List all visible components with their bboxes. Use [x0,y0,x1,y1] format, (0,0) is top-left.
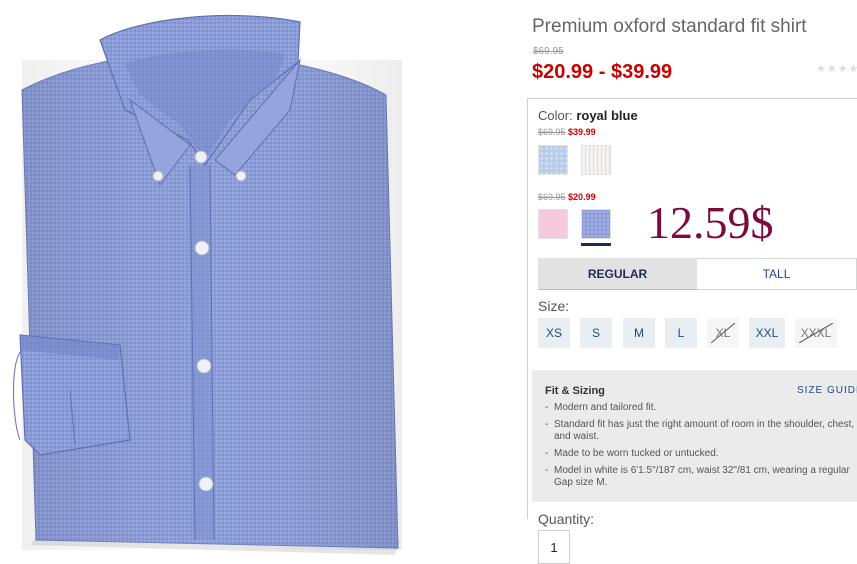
size-s[interactable]: S [580,318,612,348]
fit-item: Modern and tailored fit. [543,402,855,414]
size-xl-label: XL [715,326,731,340]
color-group-2-original-price: $69.95 [538,192,566,202]
swatch-pink[interactable] [538,209,568,239]
fit-item: Standard fit has just the right amount o… [543,419,855,443]
size-xxxl-label: XXXL [800,326,832,340]
price-annotation: 12.59$ [647,197,774,248]
rating-stars-icon[interactable]: ★★★★★ [816,62,857,75]
size-xxl[interactable]: XXL [749,318,785,348]
color-group-1-price: $69.95 $39.99 [538,127,596,137]
fit-sizing-list: Modern and tailored fit. Standard fit ha… [543,402,855,494]
tab-tall[interactable]: TALL [697,258,857,290]
fit-item: Model in white is 6'1.5"/187 cm, waist 3… [543,465,855,489]
fit-tabs: REGULAR TALL [538,258,857,290]
selected-color-name: royal blue [576,108,638,123]
quantity-input[interactable]: 1 [538,530,570,564]
swatch-white[interactable] [581,145,611,175]
color-group-2-price: $69.95 $20.99 [538,192,596,202]
original-price: $69.95 [533,46,564,57]
size-m[interactable]: M [623,318,655,348]
shirt-image [13,14,402,555]
size-l[interactable]: L [665,318,697,348]
quantity-label: Quantity: [538,511,595,527]
size-guide-link[interactable]: SIZE GUIDE [797,385,857,396]
color-selection: Color: royal blue [538,108,638,123]
sale-price-range: $20.99 - $39.99 [532,61,673,83]
color-group-2-sale-price: $20.99 [568,192,596,202]
color-group-1-sale-price: $39.99 [568,127,596,137]
size-label: Size: [538,298,570,314]
tab-regular[interactable]: REGULAR [538,258,697,290]
size-xs[interactable]: XS [538,318,570,348]
selected-swatch-indicator [581,243,611,246]
product-title: Premium oxford standard fit shirt [532,16,807,37]
size-xl-unavailable[interactable]: XL [707,318,739,348]
fit-item: Made to be worn tucked or untucked. [543,448,855,460]
fit-sizing-heading: Fit & Sizing [545,385,605,397]
color-group-1-original-price: $69.95 [538,127,566,137]
swatch-light-blue[interactable] [538,145,568,175]
swatch-royal-blue[interactable] [581,209,611,239]
color-label: Color: [538,108,573,123]
size-xxxl-unavailable[interactable]: XXXL [795,318,837,348]
